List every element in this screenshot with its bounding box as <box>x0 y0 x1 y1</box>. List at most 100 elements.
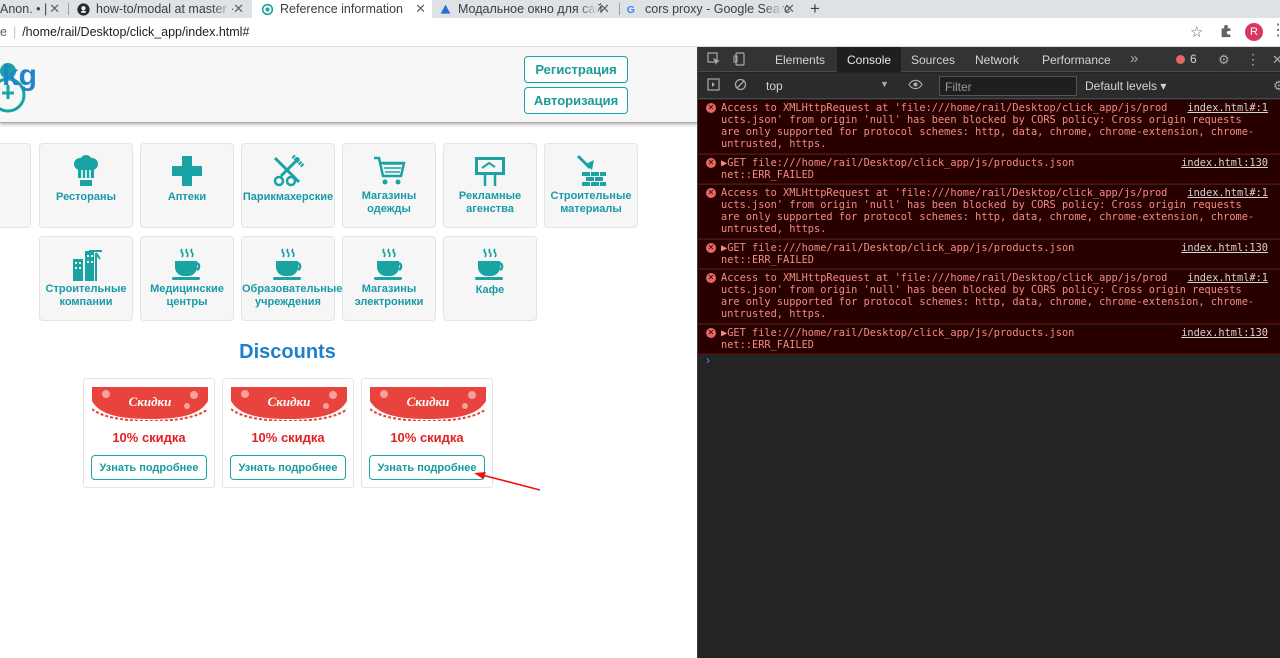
message-line[interactable]: ▶GET file:///home/rail/Desktop/click_app… <box>721 242 1074 254</box>
error-icon: ✕ <box>706 328 716 338</box>
site-favicon-icon <box>438 2 452 16</box>
github-icon <box>76 2 90 16</box>
fingerprint-icon <box>260 2 274 16</box>
site-logo[interactable]: kg <box>0 55 66 115</box>
error-icon: ✕ <box>706 243 716 253</box>
category-label: Магазины электроники <box>354 283 424 308</box>
close-icon[interactable]: ✕ <box>49 0 60 18</box>
category-label: Рестораны <box>56 191 116 203</box>
profile-avatar[interactable]: R <box>1245 23 1263 41</box>
browser-menu-icon[interactable]: ⋮ <box>1270 22 1280 40</box>
category-card[interactable]: Строительные материалы <box>544 143 638 228</box>
svg-text:Скидки: Скидки <box>129 394 172 409</box>
category-card[interactable]: Строительные компании <box>39 236 133 321</box>
chevron-down-icon[interactable]: ▼ <box>880 79 889 89</box>
shopping-cart-icon <box>343 154 435 188</box>
browser-tab-strip: Anon. • | ✕ how-to/modal at master · ✕ R… <box>0 0 1280 18</box>
devtools-tab-elements[interactable]: Elements <box>765 47 835 72</box>
tab-title: Anon. • | <box>0 2 48 16</box>
devtools-tab-sources[interactable]: Sources <box>901 47 965 72</box>
message-source-link[interactable]: index.html#:1 <box>1187 272 1268 284</box>
error-count-badge[interactable]: 6 <box>1176 52 1197 66</box>
clear-console-icon[interactable] <box>734 78 747 94</box>
message-line: Access to XMLHttpRequest at 'file:///hom… <box>721 187 1168 199</box>
error-icon: ✕ <box>706 158 716 168</box>
devtools-tab-console[interactable]: Console <box>837 47 902 72</box>
close-icon[interactable]: ✕ <box>415 0 426 18</box>
url-prefix: e <box>0 25 7 39</box>
close-icon[interactable]: ✕ <box>233 0 244 18</box>
message-line: ucts.json' from origin 'null' has been b… <box>721 284 1242 297</box>
category-card[interactable]: Аптеки <box>140 143 234 228</box>
browser-tab[interactable]: how-to/modal at master · ✕ <box>76 0 250 18</box>
sidebar-toggle-icon[interactable] <box>707 78 720 94</box>
message-source-link[interactable]: index.html#:1 <box>1187 187 1268 199</box>
category-card[interactable]: Рестораны <box>39 143 133 228</box>
console-error-message: ✕ Access to XMLHttpRequest at 'file:///h… <box>698 270 1280 324</box>
message-source-link[interactable]: index.html#:1 <box>1187 102 1268 114</box>
category-card[interactable]: Парикмахерские <box>241 143 335 228</box>
settings-gear-icon[interactable]: ⚙ <box>1218 52 1230 68</box>
category-label: Образовательные учреждения <box>242 283 343 308</box>
discount-banner-image: Скидки <box>92 387 208 421</box>
error-icon: ✕ <box>706 103 716 113</box>
category-label: Строительные компании <box>45 283 127 308</box>
error-icon: ✕ <box>706 188 716 198</box>
register-button[interactable]: Регистрация <box>524 56 628 83</box>
close-icon[interactable]: ✕ <box>599 0 610 18</box>
message-source-link[interactable]: index.html:130 <box>1181 242 1268 254</box>
url-field[interactable]: e |/home/rail/Desktop/click_app/index.htm… <box>0 25 249 39</box>
close-devtools-icon[interactable]: ✕ <box>1272 52 1280 68</box>
new-tab-button[interactable]: + <box>810 0 820 19</box>
browser-tab[interactable]: G cors proxy - Google Searc ✕ <box>625 0 801 18</box>
category-card[interactable]: Магазины одежды <box>342 143 436 228</box>
tab-title: Reference information <box>280 2 403 16</box>
google-icon: G <box>625 2 639 16</box>
message-line: untrusted, https. <box>721 308 827 321</box>
chef-hat-icon <box>40 154 132 188</box>
category-card[interactable]: Магазины электроники <box>342 236 436 321</box>
message-source-link[interactable]: index.html:130 <box>1181 327 1268 339</box>
browser-tab-active[interactable]: Reference information ✕ <box>252 0 432 18</box>
message-line[interactable]: ▶GET file:///home/rail/Desktop/click_app… <box>721 157 1074 169</box>
bookmark-star-icon[interactable]: ☆ <box>1190 23 1203 41</box>
more-tabs-icon[interactable]: » <box>1130 50 1138 67</box>
message-line: are only supported for protocol schemes:… <box>721 211 1255 224</box>
category-card[interactable]: Кафе <box>443 236 537 321</box>
inspect-element-icon[interactable] <box>707 52 721 69</box>
device-toolbar-icon[interactable] <box>733 52 747 69</box>
log-levels-dropdown[interactable]: Default levels ▾ <box>1085 79 1166 93</box>
live-expression-eye-icon[interactable] <box>908 78 923 94</box>
category-card[interactable]: Рекламные агенства <box>443 143 537 228</box>
web-page: kg Регистрация Авторизация Рестораны Апт… <box>0 47 697 658</box>
message-line: are only supported for protocol schemes:… <box>721 296 1255 309</box>
coffee-cup-icon <box>343 247 435 281</box>
message-line: net::ERR_FAILED <box>721 254 814 267</box>
console-prompt[interactable]: › <box>706 353 710 367</box>
close-icon[interactable]: ✕ <box>784 0 795 18</box>
message-source-link[interactable]: index.html:130 <box>1181 157 1268 169</box>
console-error-message: ✕ ▶GET file:///home/rail/Desktop/click_a… <box>698 155 1280 184</box>
devtools-tab-performance[interactable]: Performance <box>1032 47 1121 72</box>
category-card[interactable]: Медицинские центры <box>140 236 234 321</box>
browser-tab[interactable]: Модальное окно для сай ✕ <box>438 0 616 18</box>
discount-banner-image: Скидки <box>370 387 486 421</box>
login-button[interactable]: Авторизация <box>524 87 628 114</box>
coffee-cup-icon <box>141 247 233 281</box>
devtools-tab-network[interactable]: Network <box>965 47 1029 72</box>
category-card[interactable]: Образовательные учреждения <box>241 236 343 321</box>
extensions-icon[interactable] <box>1219 24 1233 43</box>
browser-tab[interactable]: Anon. • | ✕ <box>0 0 66 18</box>
learn-more-button[interactable]: Узнать подробнее <box>91 455 207 480</box>
category-card[interactable] <box>0 143 31 228</box>
console-error-message: ✕ ▶GET file:///home/rail/Desktop/click_a… <box>698 325 1280 354</box>
console-settings-gear-icon[interactable]: ⚙ <box>1273 78 1280 94</box>
console-filter-input[interactable]: Filter <box>939 76 1077 96</box>
learn-more-button[interactable]: Узнать подробнее <box>369 455 485 480</box>
site-header: kg Регистрация Авторизация <box>0 47 697 123</box>
devtools-menu-icon[interactable]: ⋮ <box>1246 51 1260 68</box>
message-line: net::ERR_FAILED <box>721 169 814 182</box>
learn-more-button[interactable]: Узнать подробнее <box>230 455 346 480</box>
context-selector[interactable]: top <box>766 79 783 93</box>
message-line[interactable]: ▶GET file:///home/rail/Desktop/click_app… <box>721 327 1074 339</box>
